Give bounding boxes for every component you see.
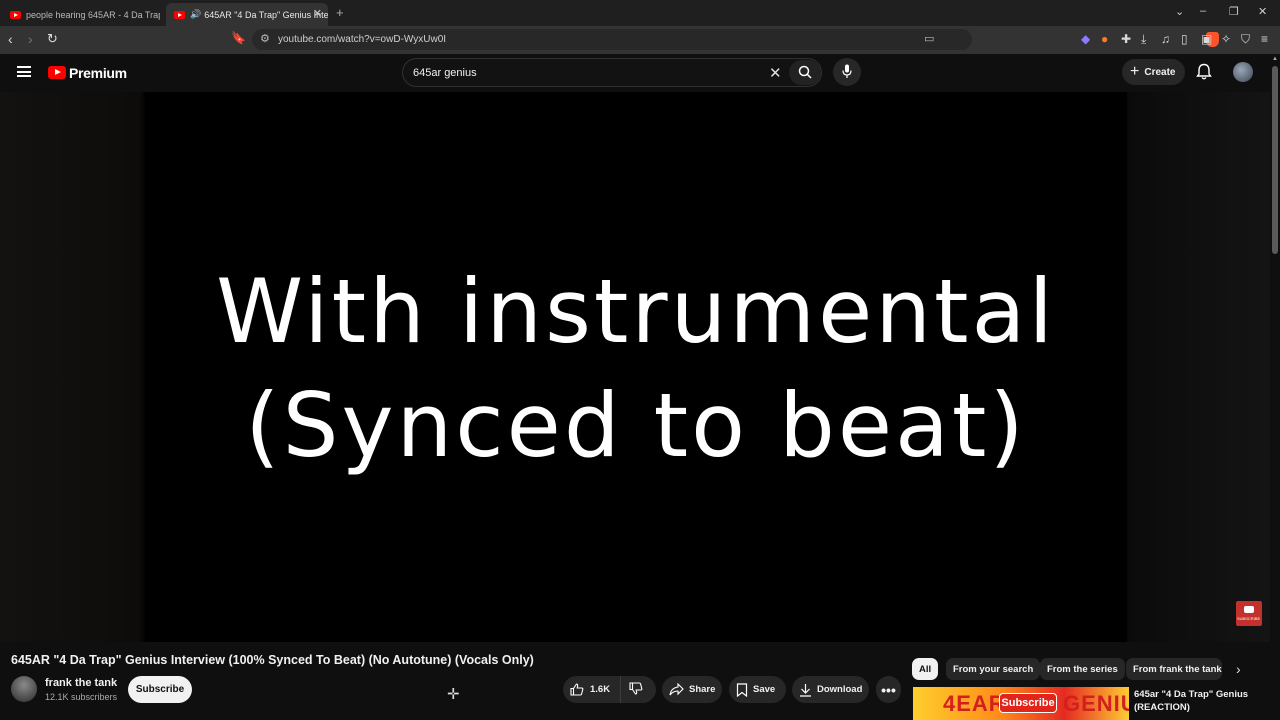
search-button[interactable] <box>789 60 821 85</box>
youtube-header: Premium 645ar genius ✕ + Create <box>0 54 1280 92</box>
menu-icon[interactable]: ≡ <box>1261 32 1268 46</box>
reload-icon[interactable]: ↻ <box>47 31 58 47</box>
download-icon[interactable]: ⤓ <box>1141 32 1146 47</box>
extensions-puzzle-icon[interactable]: ✚ <box>1121 32 1131 46</box>
chip-from-your-search[interactable]: From your search <box>946 658 1041 680</box>
speaker-icon[interactable]: 🔊 <box>190 9 201 20</box>
cast-icon[interactable]: ▭ <box>924 32 934 45</box>
chip-from-the-series[interactable]: From the series <box>1040 658 1125 680</box>
save-button[interactable]: Save <box>729 676 786 703</box>
video-player[interactable]: With instrumental (Synced to beat) <box>145 92 1127 642</box>
bookmark-icon[interactable]: 🔖 <box>231 31 246 45</box>
more-dots-icon: ••• <box>881 681 896 698</box>
address-bar[interactable]: ⚙ youtube.com/watch?v=owD-WyxUw0I ▭ <box>252 29 1219 50</box>
browser-toolbar: ‹ › ↻ 🔖 ⚙ youtube.com/watch?v=owD-WyxUw0… <box>0 26 1280 54</box>
thumbs-down-icon <box>629 681 643 695</box>
extension-icon[interactable]: ◆ <box>1081 32 1090 46</box>
share-button[interactable]: Share <box>662 676 722 703</box>
video-caption-line-1: With instrumental <box>216 260 1056 363</box>
dislike-button[interactable] <box>621 681 643 698</box>
like-count: 1.6K <box>590 684 611 695</box>
chip-from-channel[interactable]: From frank the tank <box>1126 658 1222 680</box>
browser-tab-active[interactable]: 🔊 645AR "4 Da Trap" Genius Inte ✕ <box>166 3 328 26</box>
restore-icon[interactable]: ❐ <box>1229 5 1239 18</box>
tab-close-icon[interactable]: ✕ <box>313 7 322 20</box>
account-avatar[interactable] <box>1233 62 1253 82</box>
scroll-up-arrow-icon[interactable]: ▲ <box>1272 56 1278 62</box>
vpn-shield-icon[interactable]: ⛉ <box>1241 32 1250 47</box>
rewards-icon[interactable]: ● <box>1101 32 1108 46</box>
sidebar-icon[interactable]: ▯ <box>1181 32 1188 46</box>
share-arrow-icon <box>669 683 684 696</box>
tab-title: people hearing 645AR - 4 Da Trap fo <box>26 9 160 20</box>
clear-search-icon[interactable]: ✕ <box>769 64 782 82</box>
chip-all[interactable]: All <box>912 658 939 680</box>
create-label: Create <box>1144 66 1176 78</box>
video-caption-line-2: (Synced to beat) <box>245 374 1027 477</box>
plus-icon: + <box>1130 63 1140 80</box>
brand-label[interactable]: Premium <box>69 65 127 81</box>
subscriber-count: 12.1K subscribers <box>45 692 118 702</box>
microphone-icon <box>842 64 852 78</box>
subscribe-watermark-icon[interactable] <box>1236 601 1262 626</box>
youtube-logo-icon[interactable] <box>48 66 66 79</box>
leo-ai-icon[interactable]: ✧ <box>1221 32 1231 46</box>
scrollbar-thumb[interactable] <box>1272 66 1278 254</box>
more-actions-button[interactable]: ••• <box>876 676 901 703</box>
minimize-icon[interactable]: – <box>1200 5 1206 17</box>
download-button[interactable]: Download <box>792 676 869 703</box>
youtube-favicon-icon <box>10 10 21 19</box>
browser-tab[interactable]: people hearing 645AR - 4 Da Trap fo <box>6 3 160 26</box>
close-window-icon[interactable]: ✕ <box>1258 5 1267 18</box>
suggested-video-thumbnail[interactable]: 4EAR Subscribe GENIU <box>913 687 1129 720</box>
thumbs-up-icon <box>570 683 584 696</box>
subscribe-button[interactable]: Subscribe <box>128 676 192 703</box>
like-dislike-group: 1.6K <box>563 676 656 703</box>
hamburger-menu-icon[interactable] <box>17 66 31 77</box>
tab-title: 645AR "4 Da Trap" Genius Inte <box>204 9 328 20</box>
save-bookmark-icon <box>736 682 748 697</box>
voice-search-button[interactable] <box>833 58 861 86</box>
search-input[interactable]: 645ar genius <box>413 67 477 79</box>
download-label: Download <box>817 684 863 695</box>
media-icon[interactable]: ♫ <box>1161 32 1170 46</box>
new-tab-icon[interactable]: + <box>336 5 344 20</box>
video-title: 645AR "4 Da Trap" Genius Interview (100%… <box>11 653 534 667</box>
url-text[interactable]: youtube.com/watch?v=owD-WyxUw0I <box>278 34 446 45</box>
notifications-bell-icon[interactable] <box>1196 63 1212 81</box>
thumbnail-text: 4EAR <box>943 691 1006 716</box>
tab-search-chevron-icon[interactable]: ⌄ <box>1175 5 1184 18</box>
site-info-icon[interactable]: ⚙ <box>260 32 270 45</box>
search-icon <box>798 65 812 79</box>
forward-icon[interactable]: › <box>28 31 33 47</box>
chip-scroll-right-icon[interactable]: › <box>1236 661 1241 677</box>
thumbnail-subscribe-graphic: Subscribe <box>999 693 1057 713</box>
download-arrow-icon <box>800 683 811 697</box>
thumbnail-text-2: GENIU <box>1063 691 1129 716</box>
save-label: Save <box>753 684 776 695</box>
back-icon[interactable]: ‹ <box>8 31 13 47</box>
create-button[interactable]: + Create <box>1122 59 1185 85</box>
mouse-cursor-icon: ✛ <box>447 686 460 703</box>
share-label: Share <box>689 684 716 695</box>
page-scrollbar[interactable]: ▲ <box>1270 54 1280 720</box>
channel-name[interactable]: frank the tank <box>45 677 117 689</box>
youtube-favicon-icon <box>174 10 185 19</box>
browser-tab-strip: people hearing 645AR - 4 Da Trap fo 🔊 64… <box>0 0 1280 26</box>
search-box[interactable]: 645ar genius ✕ <box>402 58 822 87</box>
channel-avatar[interactable] <box>11 676 37 702</box>
suggested-video-title[interactable]: 645ar "4 Da Trap" Genius (REACTION) <box>1134 688 1264 714</box>
wallet-icon[interactable]: ▣ <box>1201 32 1212 46</box>
like-button[interactable]: 1.6K <box>563 676 621 703</box>
